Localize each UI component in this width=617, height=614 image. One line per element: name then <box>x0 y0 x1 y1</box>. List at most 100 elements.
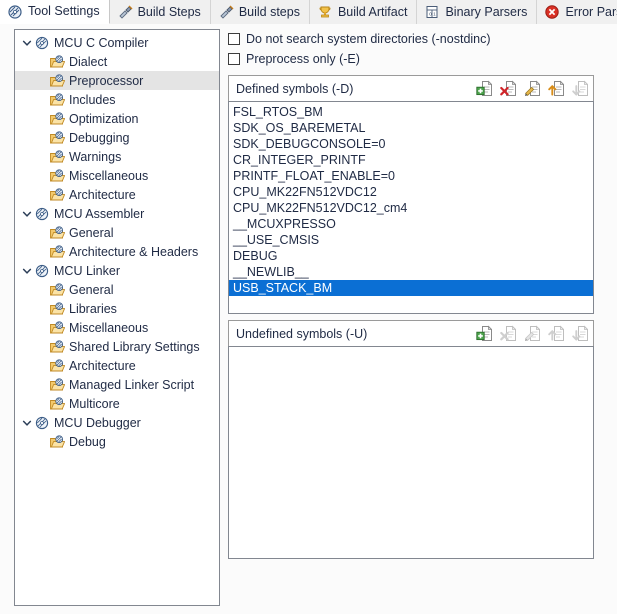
tool-settings-page: Tool Settings Build Steps Build steps Build… <box>0 0 617 614</box>
settings-page-icon <box>49 320 67 336</box>
tree-item-label: Managed Linker Script <box>69 377 195 392</box>
option-label: Preprocess only (-E) <box>246 52 360 66</box>
settings-tree-panel[interactable]: MCU C Compiler Dialect Preprocessor Include… <box>14 29 220 606</box>
tree-item-label: Includes <box>69 92 116 107</box>
tree-item-label: Libraries <box>69 301 117 316</box>
tree-item-label: MCU Debugger <box>54 415 141 430</box>
chevron-down-icon[interactable] <box>19 33 34 52</box>
tool-settings-icon <box>7 4 23 20</box>
tree-item-label: Miscellaneous <box>69 320 149 335</box>
tab-build-artifact[interactable]: Build Artifact <box>309 0 418 24</box>
symbol-list-item[interactable]: CR_INTEGER_PRINTF <box>229 152 593 168</box>
tree-item-multicore[interactable]: Multicore <box>15 394 219 413</box>
symbol-list-item[interactable]: __NEWLIB__ <box>229 264 593 280</box>
add-icon[interactable] <box>475 325 493 343</box>
tree-item-managed-linker-script[interactable]: Managed Linker Script <box>15 375 219 394</box>
tree-item-label: Architecture <box>69 187 136 202</box>
symbol-list-item[interactable]: CPU_MK22FN512VDC12 <box>229 184 593 200</box>
symbol-list-item[interactable]: __USE_CMSIS <box>229 232 593 248</box>
tree-item-miscellaneous[interactable]: Miscellaneous <box>15 318 219 337</box>
settings-page-icon <box>49 301 67 317</box>
undefined-symbols-list[interactable] <box>228 346 594 559</box>
settings-page-icon <box>49 225 67 241</box>
tool-node-icon <box>34 206 52 222</box>
tree-item-label: Miscellaneous <box>69 168 149 183</box>
add-icon[interactable] <box>475 80 493 98</box>
tab-build-steps[interactable]: Build steps <box>210 0 310 24</box>
chevron-down-icon[interactable] <box>19 204 34 223</box>
tree-item-shared-library-settings[interactable]: Shared Library Settings <box>15 337 219 356</box>
symbol-list-item[interactable]: USB_STACK_BM <box>229 280 593 296</box>
settings-page-icon <box>49 73 67 89</box>
undefined-symbols-header: Undefined symbols (-U) <box>228 320 594 346</box>
tab-label: Build Artifact <box>337 4 408 19</box>
move-up-icon[interactable] <box>547 80 565 98</box>
chevron-down-icon[interactable] <box>19 261 34 280</box>
tab-error-parsers[interactable]: Error Parsers <box>537 0 617 24</box>
tree-item-debug[interactable]: Debug <box>15 432 219 451</box>
settings-page-icon <box>49 434 67 450</box>
tab-binary-parsers[interactable]: 0 1 Binary Parsers <box>417 0 538 24</box>
tree-item-preprocessor[interactable]: Preprocessor <box>15 71 219 90</box>
error-parsers-icon <box>544 4 560 20</box>
settings-content: MCU C Compiler Dialect Preprocessor Include… <box>0 24 617 614</box>
preprocessor-options-panel: Do not search system directories (-nostd… <box>228 29 594 559</box>
tree-item-label: Architecture & Headers <box>69 244 199 259</box>
settings-tree: MCU C Compiler Dialect Preprocessor Include… <box>15 30 219 451</box>
checkbox-nostdinc[interactable] <box>228 33 240 45</box>
tree-item-debugging[interactable]: Debugging <box>15 128 219 147</box>
tree-item-label: Debugging <box>69 130 130 145</box>
option-row-preprocess-only[interactable]: Preprocess only (-E) <box>228 49 594 69</box>
tree-item-label: MCU C Compiler <box>54 35 149 50</box>
tree-item-label: General <box>69 225 114 240</box>
tree-item-optimization[interactable]: Optimization <box>15 109 219 128</box>
move-down-icon <box>571 325 589 343</box>
chevron-down-icon[interactable] <box>19 413 34 432</box>
symbol-list-item[interactable]: SDK_DEBUGCONSOLE=0 <box>229 136 593 152</box>
build-artifact-icon <box>317 4 333 20</box>
tree-item-general[interactable]: General <box>15 223 219 242</box>
tree-item-architecture[interactable]: Architecture <box>15 356 219 375</box>
symbol-list-item[interactable]: FSL_RTOS_BM <box>229 104 593 120</box>
build-steps-icon <box>117 4 133 20</box>
tab-label: Binary Parsers <box>445 4 528 19</box>
settings-page-icon <box>49 358 67 374</box>
build-steps-icon <box>218 4 234 20</box>
tree-item-general[interactable]: General <box>15 280 219 299</box>
checkbox-preprocess-only[interactable] <box>228 53 240 65</box>
edit-icon[interactable] <box>523 80 541 98</box>
tree-item-miscellaneous[interactable]: Miscellaneous <box>15 166 219 185</box>
symbol-list-item[interactable]: __MCUXPRESSO <box>229 216 593 232</box>
tab-build-steps[interactable]: Build Steps <box>109 0 211 24</box>
defined-symbols-title: Defined symbols (-D) <box>236 81 354 96</box>
tree-item-mcu-c-compiler[interactable]: MCU C Compiler <box>15 33 219 52</box>
tree-item-mcu-linker[interactable]: MCU Linker <box>15 261 219 280</box>
tree-item-dialect[interactable]: Dialect <box>15 52 219 71</box>
svg-text:1: 1 <box>434 11 437 16</box>
settings-page-icon <box>49 396 67 412</box>
option-label: Do not search system directories (-nostd… <box>246 32 491 46</box>
tree-item-mcu-debugger[interactable]: MCU Debugger <box>15 413 219 432</box>
tab-label: Error Parsers <box>565 4 617 19</box>
symbol-list-item[interactable]: PRINTF_FLOAT_ENABLE=0 <box>229 168 593 184</box>
symbol-list-item[interactable]: CPU_MK22FN512VDC12_cm4 <box>229 200 593 216</box>
tree-item-warnings[interactable]: Warnings <box>15 147 219 166</box>
settings-page-icon <box>49 282 67 298</box>
tree-item-mcu-assembler[interactable]: MCU Assembler <box>15 204 219 223</box>
tool-node-icon <box>34 35 52 51</box>
tree-item-includes[interactable]: Includes <box>15 90 219 109</box>
settings-page-icon <box>49 168 67 184</box>
tree-item-architecture-headers[interactable]: Architecture & Headers <box>15 242 219 261</box>
undefined-symbols-toolbar <box>475 325 589 343</box>
tree-item-label: Architecture <box>69 358 136 373</box>
defined-symbols-group: Defined symbols (-D) FSL_RTOS_BM SDK_OS_B… <box>228 75 594 314</box>
symbol-list-item[interactable]: SDK_OS_BAREMETAL <box>229 120 593 136</box>
defined-symbols-list[interactable]: FSL_RTOS_BM SDK_OS_BAREMETAL SDK_DEBUGCONS… <box>228 101 594 314</box>
tab-tool-settings[interactable]: Tool Settings <box>0 0 110 24</box>
option-row-nostdinc[interactable]: Do not search system directories (-nostd… <box>228 29 594 49</box>
tree-item-libraries[interactable]: Libraries <box>15 299 219 318</box>
symbol-list-item[interactable]: DEBUG <box>229 248 593 264</box>
delete-icon[interactable] <box>499 80 517 98</box>
tab-strip: Tool Settings Build Steps Build steps Build… <box>0 0 617 24</box>
tree-item-architecture[interactable]: Architecture <box>15 185 219 204</box>
